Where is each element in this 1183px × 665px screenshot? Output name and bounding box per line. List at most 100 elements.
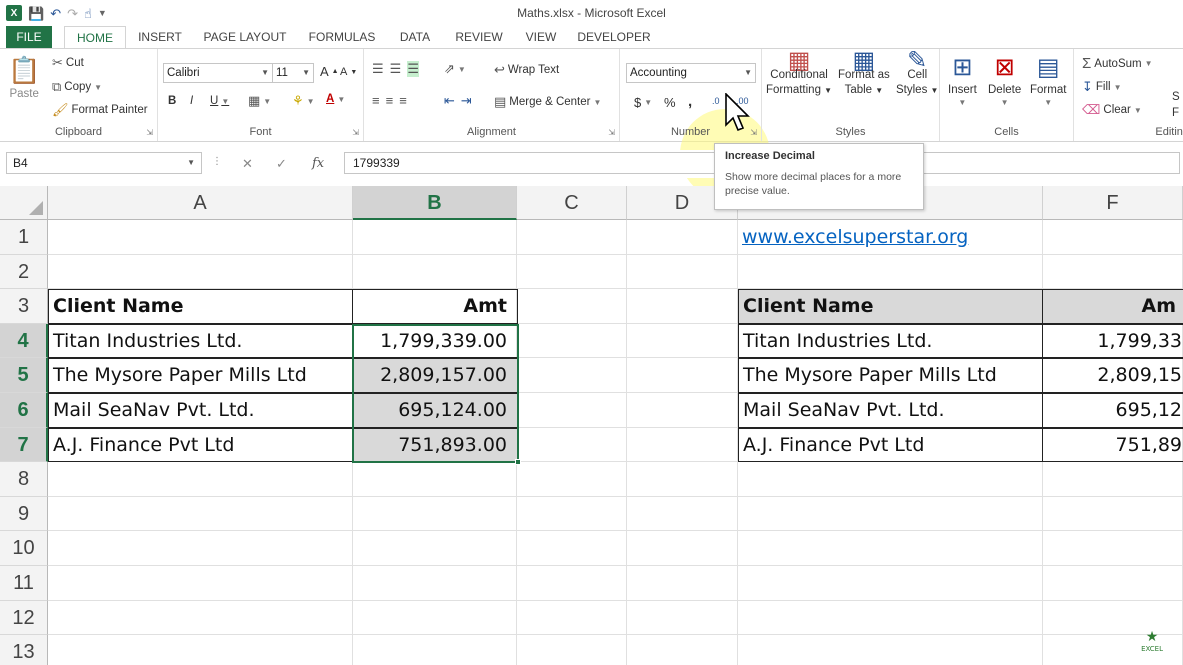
tab-view[interactable]: VIEW (522, 26, 560, 48)
empty-cell[interactable] (517, 531, 627, 566)
row-header-5[interactable]: 5 (0, 358, 48, 393)
increase-decimal-button[interactable]: .0 (712, 96, 720, 106)
row-header-13[interactable]: 13 (0, 635, 48, 665)
empty-cell[interactable] (517, 496, 627, 532)
row-header-7[interactable]: 7 (0, 427, 48, 463)
left-client-name-cell[interactable]: Titan Industries Ltd. (48, 323, 353, 359)
row-header-10[interactable]: 10 (0, 531, 48, 566)
left-header-amt[interactable]: Amt (352, 289, 518, 324)
dialog-launcher-icon[interactable]: ⇲ (608, 128, 615, 137)
empty-cell[interactable] (48, 600, 353, 636)
borders-button[interactable]: ▦ ▼ (248, 93, 271, 109)
bottom-align-icon[interactable]: ☰ (407, 61, 419, 77)
empty-cell[interactable] (48, 462, 353, 497)
currency-button[interactable]: $ ▼ (634, 95, 652, 110)
align-left-icon[interactable]: ≡ (372, 93, 380, 108)
empty-cell[interactable] (517, 566, 627, 601)
empty-cell[interactable] (517, 393, 627, 428)
empty-cell[interactable] (627, 427, 738, 463)
empty-cell[interactable] (517, 220, 627, 255)
insert-cells-button[interactable]: ⊞ Insert ▼ (948, 53, 977, 107)
left-amount-cell[interactable]: 695,124.00 (352, 393, 518, 428)
tab-file[interactable]: FILE (6, 26, 52, 48)
left-client-name-cell[interactable]: Mail SeaNav Pvt. Ltd. (48, 393, 353, 428)
empty-cell[interactable] (738, 496, 1043, 532)
italic-button[interactable]: I (190, 95, 193, 107)
row-header-1[interactable]: 1 (0, 220, 48, 255)
dialog-launcher-icon[interactable]: ⇲ (750, 128, 757, 137)
dialog-launcher-icon[interactable]: ⇲ (352, 128, 359, 137)
right-client-name-cell[interactable]: Mail SeaNav Pvt. Ltd. (738, 393, 1043, 428)
format-painter-button[interactable]: 🖌 Format Painter (52, 102, 148, 118)
cell-styles-button[interactable]: ✎ Cell Styles ▼ (896, 49, 938, 98)
row-header-2[interactable]: 2 (0, 254, 48, 290)
empty-cell[interactable] (1043, 254, 1183, 290)
tab-data[interactable]: DATA (394, 26, 436, 48)
empty-cell[interactable] (627, 323, 738, 359)
empty-cell[interactable] (1043, 462, 1183, 497)
left-amount-cell[interactable]: 751,893.00 (352, 427, 518, 463)
empty-cell[interactable] (48, 254, 353, 290)
font-size-combo[interactable]: 11 ▼ (272, 63, 314, 83)
select-all-button[interactable] (0, 186, 48, 220)
bold-button[interactable]: B (168, 95, 176, 107)
conditional-formatting-button[interactable]: ▦ Conditional Formatting ▼ (766, 49, 832, 98)
right-header-amt[interactable]: Am (1042, 289, 1183, 324)
empty-cell[interactable] (738, 600, 1043, 636)
empty-cell[interactable] (517, 600, 627, 636)
column-header-f[interactable]: F (1043, 186, 1183, 220)
fill-handle[interactable] (515, 459, 521, 466)
row-header-9[interactable]: 9 (0, 496, 48, 532)
tab-page-layout[interactable]: PAGE LAYOUT (200, 26, 290, 48)
empty-cell[interactable] (353, 600, 517, 636)
empty-cell[interactable] (353, 462, 517, 497)
column-header-b[interactable]: B (353, 186, 517, 220)
sort-filter-button[interactable]: S (1172, 91, 1180, 103)
empty-cell[interactable] (627, 496, 738, 532)
empty-cell[interactable] (48, 566, 353, 601)
empty-cell[interactable] (517, 254, 627, 290)
left-amount-cell[interactable]: 1,799,339.00 (352, 323, 518, 359)
row-header-6[interactable]: 6 (0, 393, 48, 428)
empty-cell[interactable] (48, 531, 353, 566)
left-header-client-name[interactable]: Client Name (48, 289, 353, 324)
empty-cell[interactable] (627, 635, 738, 665)
insert-function-button[interactable]: fx (312, 156, 324, 171)
empty-cell[interactable] (627, 393, 738, 428)
comma-style-button[interactable]: , (688, 93, 692, 110)
empty-cell[interactable] (738, 462, 1043, 497)
empty-cell[interactable] (517, 358, 627, 393)
underline-button[interactable]: U ▼ (210, 95, 229, 107)
empty-cell[interactable] (1043, 220, 1183, 255)
empty-cell[interactable] (738, 254, 1043, 290)
cancel-icon[interactable]: ✕ (242, 156, 253, 172)
empty-cell[interactable] (738, 566, 1043, 601)
website-link[interactable]: www.excelsuperstar.org (738, 220, 1043, 255)
format-as-table-button[interactable]: ▦ Format as Table ▼ (838, 49, 890, 98)
empty-cell[interactable] (627, 462, 738, 497)
empty-cell[interactable] (627, 254, 738, 290)
shrink-font-button[interactable]: A ▼ (340, 66, 357, 78)
grow-font-button[interactable]: A ▲ (320, 64, 339, 79)
percent-button[interactable]: % (664, 95, 676, 110)
format-cells-button[interactable]: ▤ Format ▼ (1030, 53, 1066, 107)
row-header-12[interactable]: 12 (0, 600, 48, 636)
empty-cell[interactable] (517, 635, 627, 665)
empty-cell[interactable] (738, 531, 1043, 566)
row-header-3[interactable]: 3 (0, 289, 48, 324)
row-header-4[interactable]: 4 (0, 323, 48, 359)
tab-insert[interactable]: INSERT (138, 26, 182, 48)
row-header-8[interactable]: 8 (0, 462, 48, 497)
name-box[interactable]: B4 ▼ (6, 152, 202, 174)
decrease-indent-icon[interactable]: ⇤ (444, 93, 455, 109)
right-amount-cell[interactable]: ‎1,799,33 (1042, 323, 1183, 359)
empty-cell[interactable] (517, 289, 627, 324)
column-header-a[interactable]: A (48, 186, 353, 220)
empty-cell[interactable] (627, 566, 738, 601)
empty-cell[interactable] (627, 289, 738, 324)
number-format-combo[interactable]: Accounting ▼ (626, 63, 756, 83)
row-header-11[interactable]: 11 (0, 566, 48, 601)
right-client-name-cell[interactable]: A.J. Finance Pvt Ltd (738, 427, 1043, 463)
autosum-button[interactable]: Σ AutoSum ▼ (1082, 55, 1153, 72)
empty-cell[interactable] (1043, 566, 1183, 601)
